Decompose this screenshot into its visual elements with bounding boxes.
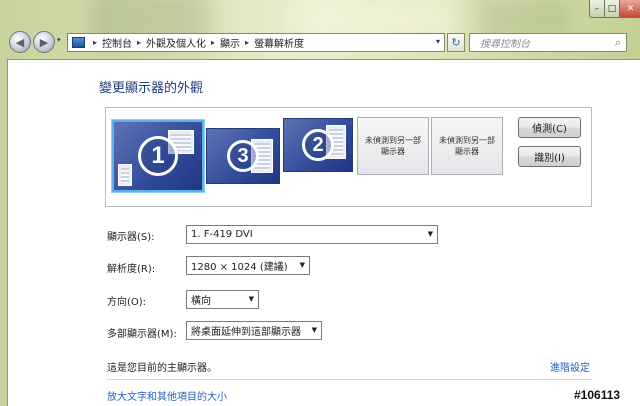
breadcrumb-display[interactable]: 顯示 xyxy=(220,35,240,50)
display-select-value: 1. F-419 DVI xyxy=(191,229,253,240)
chevron-down-icon: ▼ xyxy=(299,261,305,269)
monitor-2[interactable]: 2 xyxy=(283,118,353,172)
arrow-left-icon: ◀ xyxy=(15,35,25,49)
resolution-label: 解析度(R): xyxy=(107,264,156,275)
breadcrumb-separator[interactable]: ▸ xyxy=(93,38,97,47)
window-thumbnail xyxy=(118,164,132,186)
multiple-displays-select[interactable]: 將桌面延伸到這部顯示器 ▼ xyxy=(186,321,322,340)
breadcrumb-appearance[interactable]: 外觀及個人化 xyxy=(146,35,206,50)
identify-button[interactable]: 識別(I) xyxy=(518,146,581,167)
forward-button[interactable]: ▶ xyxy=(33,31,55,53)
undetected-monitor-label: 未偵測到另一部顯示器 xyxy=(439,136,495,156)
back-button[interactable]: ◀ xyxy=(9,31,31,53)
multiple-displays-label: 多部顯示器(M): xyxy=(107,329,177,340)
chevron-down-icon: ▼ xyxy=(311,326,317,334)
undetected-monitor-label: 未偵測到另一部顯示器 xyxy=(365,136,421,156)
orientation-label: 方向(O): xyxy=(107,297,147,308)
resolution-select[interactable]: 1280 × 1024 (建議) ▼ xyxy=(186,256,310,275)
monitor-1[interactable]: 1 xyxy=(111,119,205,193)
multiple-displays-select-value: 將桌面延伸到這部顯示器 xyxy=(191,327,301,338)
advanced-settings-link[interactable]: 進階設定 xyxy=(550,359,590,374)
breadcrumb-separator[interactable]: ▸ xyxy=(211,38,215,47)
address-bar[interactable]: ▸ 控制台 ▸ 外觀及個人化 ▸ 顯示 ▸ 螢幕解析度 ▾ xyxy=(67,33,445,52)
watermark: #106113 xyxy=(574,388,621,402)
detect-button[interactable]: 偵測(C) xyxy=(518,117,581,138)
maximize-button[interactable]: □ xyxy=(604,0,620,18)
search-input[interactable]: 搜尋控制台 ⌕ xyxy=(469,33,627,52)
arrow-right-icon: ▶ xyxy=(39,35,49,49)
undetected-monitor[interactable]: 未偵測到另一部顯示器 xyxy=(431,117,503,175)
text-size-link[interactable]: 放大文字和其他項目的大小 xyxy=(107,388,227,403)
control-panel-icon xyxy=(72,37,85,48)
minimize-button[interactable]: – xyxy=(589,0,605,18)
monitor-number-badge: 3 xyxy=(227,140,259,172)
breadcrumb-control-panel[interactable]: 控制台 xyxy=(102,35,132,50)
primary-display-note: 這是您目前的主顯示器。 xyxy=(107,363,217,374)
search-placeholder: 搜尋控制台 xyxy=(480,39,530,50)
display-label: 顯示器(S): xyxy=(107,232,155,243)
page-title: 變更顯示器的外觀 xyxy=(99,81,204,96)
search-icon[interactable]: ⌕ xyxy=(615,36,621,50)
refresh-button[interactable]: ↻ xyxy=(447,33,465,52)
breadcrumb-separator[interactable]: ▸ xyxy=(137,38,141,47)
chevron-down-icon: ▼ xyxy=(427,230,433,238)
recent-pages-dropdown[interactable]: ▾ xyxy=(57,36,61,44)
display-select[interactable]: 1. F-419 DVI ▼ xyxy=(186,225,438,244)
refresh-icon: ↻ xyxy=(451,36,461,49)
breadcrumb-screen-resolution[interactable]: 螢幕解析度 xyxy=(254,35,304,50)
chevron-down-icon[interactable]: ▾ xyxy=(436,37,440,46)
breadcrumb-separator[interactable]: ▸ xyxy=(245,38,249,47)
monitor-3[interactable]: 3 xyxy=(206,128,280,184)
monitor-number-badge: 2 xyxy=(302,129,334,161)
close-button[interactable]: ✕ xyxy=(619,0,640,18)
orientation-select[interactable]: 橫向 ▼ xyxy=(186,290,259,309)
monitor-number-badge: 1 xyxy=(138,136,178,176)
divider xyxy=(107,379,592,380)
orientation-select-value: 橫向 xyxy=(191,296,211,307)
chevron-down-icon: ▼ xyxy=(248,295,254,303)
resolution-select-value: 1280 × 1024 (建議) xyxy=(191,262,288,273)
undetected-monitor[interactable]: 未偵測到另一部顯示器 xyxy=(357,117,429,175)
